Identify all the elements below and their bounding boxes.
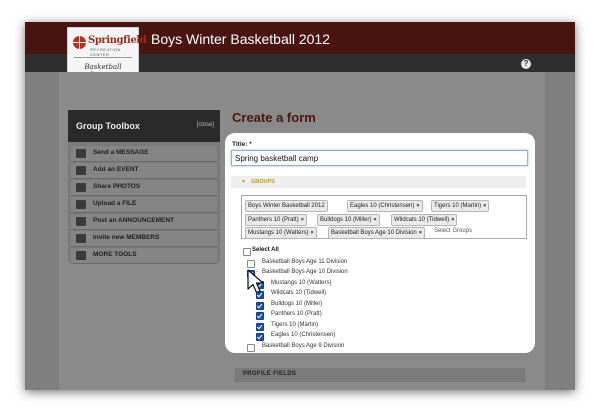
- group-checkbox[interactable]: [247, 260, 255, 268]
- document-icon: [76, 217, 86, 226]
- select-groups-input[interactable]: Select Groups: [434, 228, 472, 234]
- tag-label: Mustangs 10 (Watters): [248, 230, 309, 236]
- tree-item-label: Panthers 10 (Pratt): [271, 311, 322, 317]
- remove-tag-icon[interactable]: ×: [301, 217, 304, 223]
- title-input[interactable]: [231, 150, 528, 166]
- select-all-label: Select All: [252, 247, 279, 253]
- tool-label: Share PHOTOS: [93, 183, 141, 190]
- calendar-icon: [76, 166, 86, 175]
- tool-add-event[interactable]: Add an EVENT: [71, 163, 217, 179]
- tool-invite-members[interactable]: Invite new MEMBERS: [71, 231, 217, 247]
- tool-label: Invite new MEMBERS: [93, 234, 160, 241]
- groups-label: GROUPS: [251, 179, 275, 185]
- tool-share-photos[interactable]: Share PHOTOS: [71, 180, 217, 196]
- group-tag: Eagles 10 (Christensen) ×: [347, 200, 423, 212]
- tool-send-message[interactable]: Send a MESSAGE: [71, 146, 217, 162]
- title-label: Title: *: [232, 141, 252, 148]
- group-tag-selector[interactable]: Boys Winter Basketball 2012 Eagles 10 (C…: [241, 195, 527, 239]
- basketball-icon: [73, 36, 86, 49]
- tool-upload-file[interactable]: Upload a FILE: [71, 197, 217, 213]
- tag-label: Bulldogs 10 (Miller): [320, 217, 372, 223]
- group-tag: Bulldogs 10 (Miller) ×: [317, 214, 380, 226]
- group-checkbox[interactable]: [256, 302, 264, 310]
- tag-label: Eagles 10 (Christensen): [350, 203, 415, 209]
- remove-tag-icon[interactable]: ×: [310, 230, 313, 236]
- triangle-down-icon: ▼: [241, 179, 246, 185]
- tree-item-label: Basketball Boys Age 9 Division: [262, 343, 345, 349]
- group-checkbox[interactable]: [247, 344, 255, 352]
- profile-fields-section[interactable]: PROFILE FIELDS: [235, 368, 525, 382]
- people-icon: [76, 234, 86, 243]
- gear-icon: [76, 251, 86, 260]
- logo-subtitle: RECREATION CENTER: [90, 47, 121, 57]
- tool-label: Post an ANNOUNCEMENT: [93, 217, 175, 224]
- group-checkbox[interactable]: [256, 333, 264, 341]
- site-title: Boys Winter Basketball 2012: [151, 31, 330, 47]
- upload-icon: [76, 200, 86, 209]
- tag-label: Wildcats 10 (Tidwell): [394, 217, 450, 223]
- logo-divider: [74, 57, 132, 58]
- tag-label: Boys Winter Basketball 2012: [248, 203, 325, 209]
- tool-label: Send a MESSAGE: [93, 149, 149, 156]
- group-checkbox[interactable]: [256, 323, 264, 331]
- tree-item-label: Tigers 10 (Martin): [271, 322, 319, 328]
- page-title: Create a form: [232, 110, 316, 125]
- toolbox-header: Group Toolbox [close]: [68, 110, 220, 142]
- help-icon[interactable]: ?: [521, 59, 531, 69]
- select-all-checkbox[interactable]: [243, 248, 251, 256]
- group-tag: Basketball Boys Age 10 Division ×: [328, 227, 425, 239]
- tree-item-label: Bulldogs 10 (Miller): [271, 301, 323, 307]
- tree-item-label: Basketball Boys Age 10 Division: [262, 269, 348, 275]
- tag-label: Tigers 10 (Martin): [434, 203, 482, 209]
- group-tag: Wildcats 10 (Tidwell) ×: [391, 214, 458, 226]
- tool-label: MORE TOOLS: [93, 251, 137, 258]
- tag-label: Panthers 10 (Pratt): [248, 217, 299, 223]
- tag-label: Basketball Boys Age 10 Division: [331, 230, 417, 236]
- tool-label: Upload a FILE: [93, 200, 137, 207]
- remove-tag-icon[interactable]: ×: [483, 203, 486, 209]
- group-tag: Boys Winter Basketball 2012: [245, 200, 328, 212]
- group-checkbox[interactable]: [256, 312, 264, 320]
- remove-tag-icon[interactable]: ×: [373, 217, 376, 223]
- form-panel: Title: * ▼ GROUPS Boys Winter Basketball…: [225, 133, 535, 353]
- mouse-pointer-icon: [247, 269, 264, 294]
- tree-item-label: Basketball Boys Age 11 Division: [262, 259, 348, 265]
- tool-label: Add an EVENT: [93, 166, 139, 173]
- remove-tag-icon[interactable]: ×: [419, 230, 422, 236]
- group-tag: Tigers 10 (Martin) ×: [431, 200, 490, 212]
- remove-tag-icon[interactable]: ×: [451, 217, 454, 223]
- toolbox-title: Group Toolbox: [76, 121, 140, 131]
- logo-name: Springfield: [88, 35, 147, 46]
- groups-section-toggle[interactable]: ▼ GROUPS: [231, 176, 526, 188]
- camera-icon: [76, 183, 86, 192]
- tool-more-tools[interactable]: MORE TOOLS: [71, 248, 217, 264]
- group-tag: Panthers 10 (Pratt) ×: [245, 214, 307, 226]
- toolbox-close-link[interactable]: [close]: [197, 122, 214, 128]
- remove-tag-icon[interactable]: ×: [416, 203, 419, 209]
- tree-item-label: Mustangs 10 (Watters): [271, 280, 332, 286]
- tree-item-label: Wildcats 10 (Tidwell): [271, 290, 327, 296]
- group-toolbox: Group Toolbox [close] Send a MESSAGE Add…: [68, 110, 220, 264]
- group-tag: Mustangs 10 (Watters) ×: [245, 227, 317, 239]
- envelope-icon: [76, 149, 86, 158]
- profile-fields-label: PROFILE FIELDS: [243, 371, 297, 377]
- tool-post-announcement[interactable]: Post an ANNOUNCEMENT: [71, 214, 217, 230]
- tree-item-label: Eagles 10 (Christensen): [271, 332, 336, 338]
